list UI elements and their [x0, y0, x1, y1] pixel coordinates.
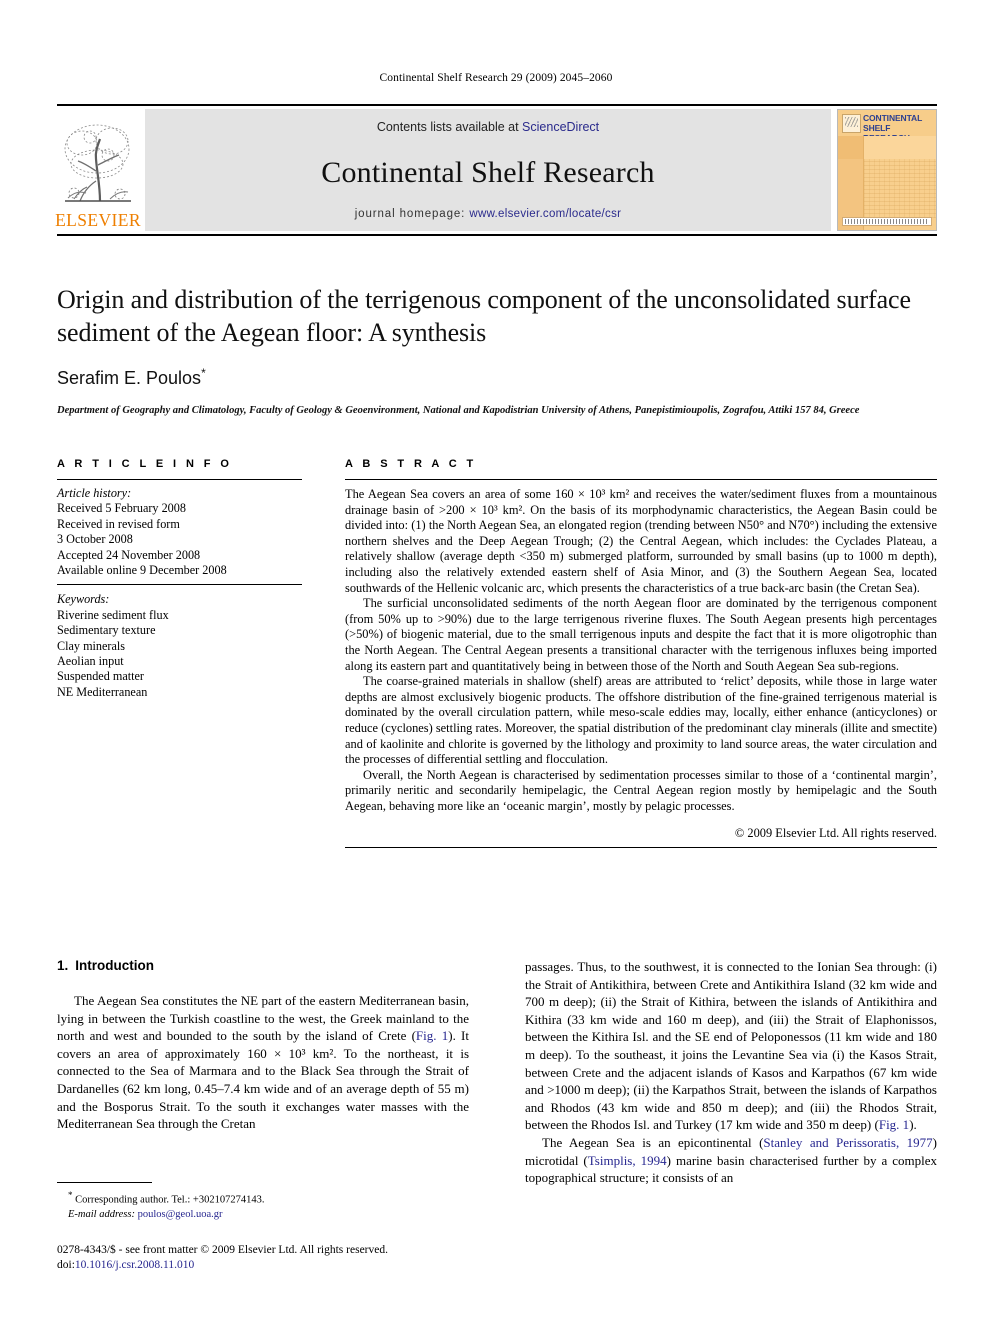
keyword-item: Suspended matter [57, 669, 144, 684]
email-link[interactable]: poulos@geol.uoa.gr [138, 1209, 223, 1220]
keyword-item: Clay minerals [57, 638, 126, 653]
article-info-rule-top [57, 479, 302, 480]
cover-second-band [838, 136, 936, 160]
abstract-paragraph: The coarse-grained materials in shallow … [345, 674, 937, 767]
article-info-rule-mid [57, 584, 302, 586]
elsevier-tree-icon [60, 119, 136, 211]
keyword-item: Riverine sediment flux [57, 607, 169, 622]
contents-available-line: Contents lists available at ScienceDirec… [145, 120, 831, 134]
body-column-right: passages. Thus, to the southwest, it is … [525, 958, 937, 1187]
section-heading-introduction: 1. Introduction [57, 958, 469, 973]
paragraph: passages. Thus, to the southwest, it is … [525, 958, 937, 1134]
imprint-copyright: © 2009 Elsevier Ltd. All rights reserved… [200, 1244, 388, 1256]
history-item: Available online 9 December 2008 [57, 563, 227, 578]
abstract-paragraph: The surficial unconsolidated sediments o… [345, 596, 937, 673]
keyword-item: Sedimentary texture [57, 623, 156, 638]
doi-label: doi: [57, 1259, 75, 1271]
homepage-prefix: journal homepage: [354, 208, 470, 220]
cover-elsevier-icon [842, 114, 861, 133]
introduction-left-text: The Aegean Sea constitutes the NE part o… [57, 992, 469, 1133]
paragraph: The Aegean Sea is an epicontinental (Sta… [525, 1134, 937, 1187]
corresponding-author-marker: * [201, 366, 206, 380]
keyword-item: Aeolian input [57, 654, 124, 669]
contents-prefix: Contents lists available at [376, 120, 523, 134]
author-list: Serafim E. Poulos* [57, 366, 937, 389]
article-info-column: A R T I C L E I N F O Article history: R… [57, 458, 302, 700]
footnote-text: * Corresponding author. Tel.: +302107274… [57, 1188, 469, 1222]
footnote-rule [57, 1182, 152, 1183]
article-history-label: Article history: [57, 486, 132, 500]
author-name: Serafim E. Poulos [57, 368, 202, 388]
footnote-email-line: E-mail address: poulos@geol.uoa.gr [68, 1208, 469, 1222]
article-title-block: Origin and distribution of the terrigeno… [57, 283, 937, 418]
doi-line: doi:10.1016/j.csr.2008.11.010 [57, 1258, 517, 1273]
text-run: Corresponding author. Tel.: +30210727414… [75, 1194, 265, 1206]
text-run: ). It covers an area of approximately 16… [57, 1028, 469, 1132]
history-item: Received 5 February 2008 [57, 501, 186, 516]
text-run: The Aegean Sea is an epicontinental ( [542, 1134, 764, 1150]
section-title: Introduction [75, 958, 154, 973]
doi-link[interactable]: 10.1016/j.csr.2008.11.010 [75, 1259, 194, 1271]
abstract-paragraph: Overall, the North Aegean is characteris… [345, 767, 937, 813]
corresponding-author-footnote: * Corresponding author. Tel.: +302107274… [57, 1182, 469, 1222]
introduction-right-text: passages. Thus, to the southwest, it is … [525, 958, 937, 1187]
cover-title-line1: CONTINENTAL [863, 113, 923, 123]
article-history: Article history: Received 5 February 200… [57, 486, 302, 584]
imprint-block: 0278-4343/$ - see front matter © 2009 El… [57, 1243, 517, 1273]
citation-link[interactable]: Stanley and Perissoratis, 1977 [763, 1135, 932, 1150]
body-column-left: 1. Introduction The Aegean Sea constitute… [57, 958, 469, 1133]
paragraph: The Aegean Sea constitutes the NE part o… [57, 992, 469, 1133]
abstract-heading: A B S T R A C T [345, 458, 477, 470]
cover-barcode [842, 217, 932, 226]
elsevier-wordmark: ELSEVIER [55, 209, 141, 230]
journal-cover-thumbnail: CONTINENTAL SHELF RESEARCH [837, 109, 937, 231]
keywords-block: Keywords: Riverine sediment flux Sedimen… [57, 592, 302, 700]
journal-homepage-link[interactable]: www.elsevier.com/locate/csr [469, 208, 621, 220]
history-item: 3 October 2008 [57, 532, 133, 547]
imprint-line: 0278-4343/$ - see front matter © 2009 El… [57, 1243, 517, 1258]
abstract-copyright: © 2009 Elsevier Ltd. All rights reserved… [734, 826, 937, 841]
abstract-rule-bottom [345, 847, 937, 849]
figure-reference-link[interactable]: Fig. 1 [879, 1117, 909, 1132]
abstract-column: A B S T R A C T The Aegean Sea covers an… [345, 458, 937, 849]
email-label: E-mail address: [68, 1208, 135, 1220]
footnote-corresponding-line: * Corresponding author. Tel.: +302107274… [68, 1188, 469, 1208]
author-affiliation: Department of Geography and Climatology,… [57, 405, 860, 416]
text-run: passages. Thus, to the southwest, it is … [525, 959, 937, 1133]
keyword-item: NE Mediterranean [57, 684, 148, 699]
abstract-paragraph: The Aegean Sea covers an area of some 16… [345, 487, 937, 595]
footnote-marker: * [68, 1190, 73, 1200]
keywords-label: Keywords: [57, 592, 110, 607]
issn-front-matter: 0278-4343/$ - see front matter [57, 1244, 201, 1256]
sciencedirect-link[interactable]: ScienceDirect [522, 120, 599, 134]
citation-link[interactable]: Tsimplis, 1994 [588, 1153, 667, 1168]
text-run: ). [909, 1117, 917, 1133]
abstract-body: The Aegean Sea covers an area of some 16… [345, 487, 937, 814]
text-run: The Aegean Sea constitutes the NE part o… [57, 993, 469, 1044]
abstract-rule-top [345, 479, 937, 480]
running-head: Continental Shelf Research 29 (2009) 204… [379, 72, 613, 84]
journal-title: Continental Shelf Research [321, 156, 655, 189]
journal-article-page: Continental Shelf Research 29 (2009) 204… [0, 0, 992, 1323]
elsevier-logo: ELSEVIER [55, 109, 141, 231]
article-info-heading: A R T I C L E I N F O [57, 458, 233, 470]
history-item: Accepted 24 November 2008 [57, 547, 201, 562]
article-title: Origin and distribution of the terrigeno… [57, 285, 911, 347]
figure-reference-link[interactable]: Fig. 1 [416, 1028, 448, 1043]
section-number: 1. [57, 958, 69, 973]
journal-homepage-line: journal homepage: www.elsevier.com/locat… [145, 208, 831, 220]
journal-masthead: ELSEVIER Contents lists available at Sci… [55, 104, 937, 236]
journal-header-band: Contents lists available at ScienceDirec… [145, 109, 831, 231]
history-item: Received in revised form [57, 516, 180, 531]
